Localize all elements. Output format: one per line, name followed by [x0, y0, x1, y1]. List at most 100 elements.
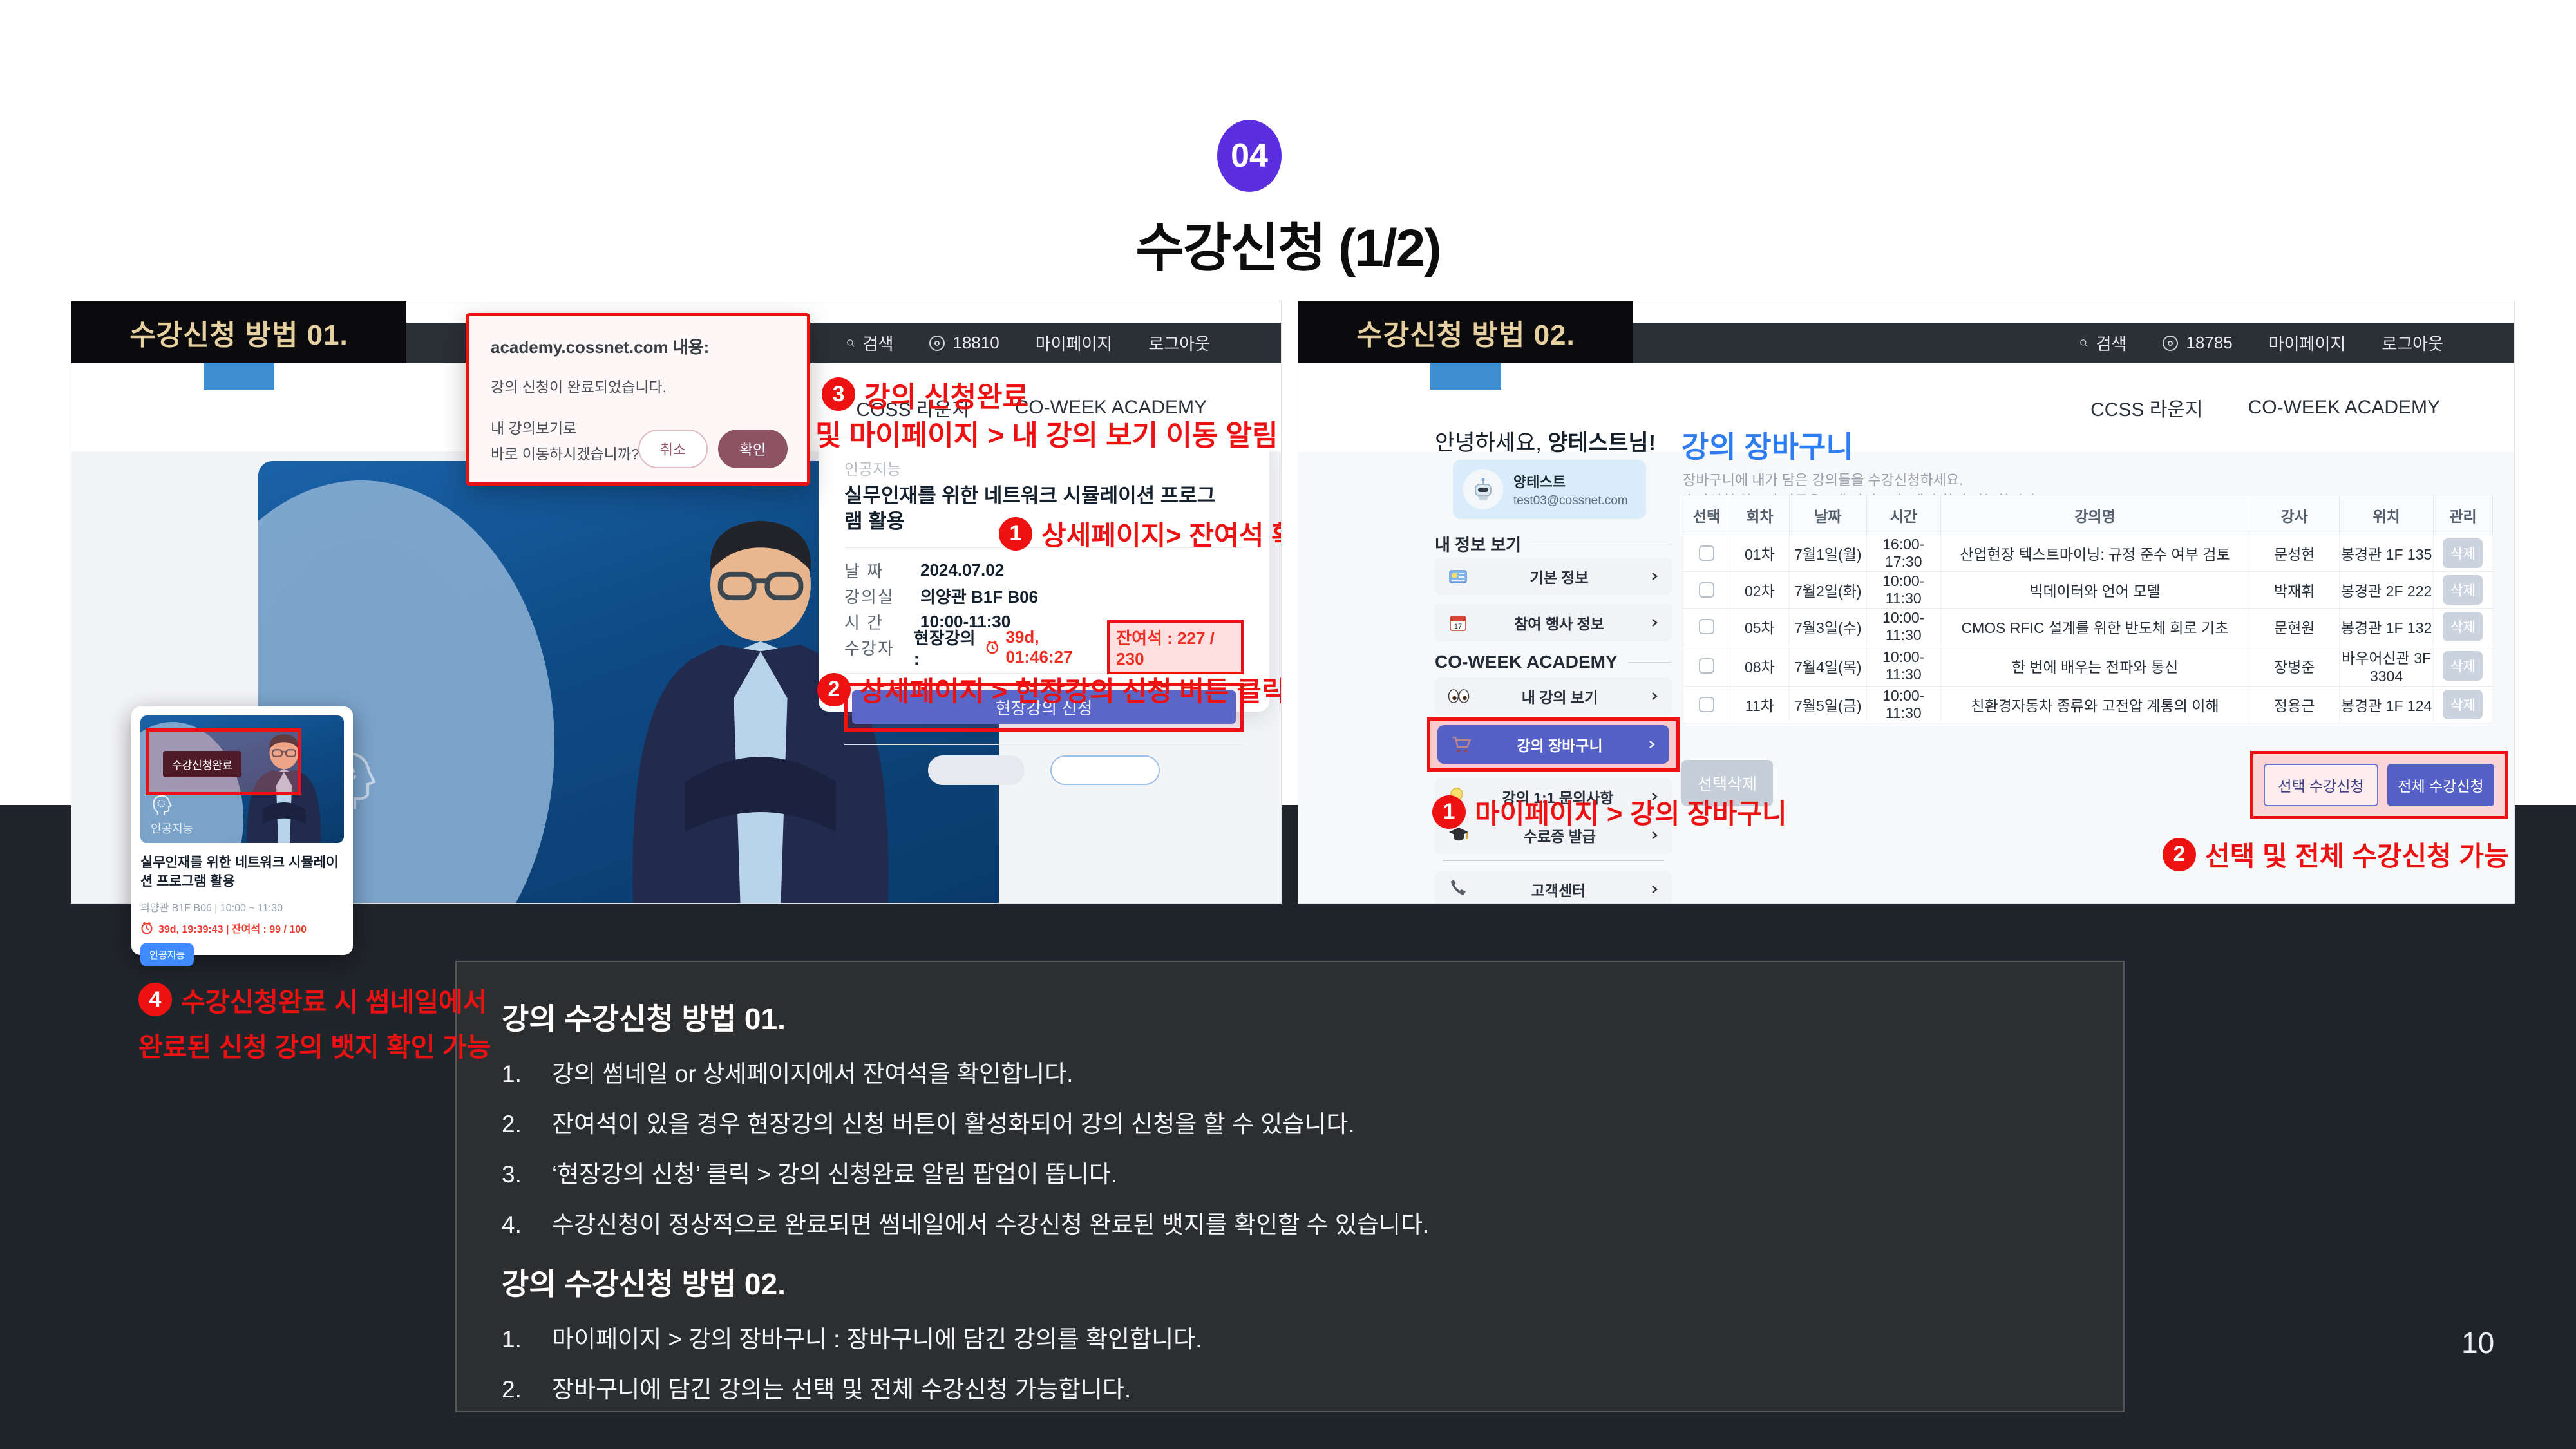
thumbnail-image: 수강신청완료 인공지능 [140, 715, 344, 843]
row-checkbox[interactable] [1699, 545, 1714, 561]
row-checkbox[interactable] [1699, 582, 1714, 598]
cart-column-header: 위치 [2340, 495, 2434, 535]
row-delete-button[interactable]: 삭제 [2443, 575, 2483, 605]
cart-column-header: 날짜 [1789, 495, 1866, 535]
instruction-item: 4.수강신청이 정상적으로 완료되면 썸네일에서 수강신청 완료된 뱃지를 확인… [502, 1211, 2078, 1239]
row-checkbox[interactable] [1699, 658, 1714, 674]
cart-cell: 한 번에 배우는 전파와 통신 [1940, 645, 2249, 687]
nav-counter: 18810 [929, 333, 999, 353]
annotation-popup-note-line1: 3 강의 신청완료 [822, 374, 1028, 415]
target-icon [2163, 336, 2178, 351]
sidebar-item-my-courses[interactable]: 내 강의 보기 [1435, 677, 1672, 715]
apply-selected-button[interactable]: 선택 수강신청 [2264, 764, 2378, 806]
instruction-item: 2.장바구니에 담긴 강의는 선택 및 전체 수강신청 가능합니다. [502, 1376, 2078, 1404]
sidebar-item-support[interactable]: 고객센터 [1435, 871, 1672, 904]
nav-counter-value: 18785 [2186, 333, 2232, 353]
course-category: 인공지능 [844, 457, 1244, 479]
cart-column-header: 강의명 [1940, 495, 2249, 535]
cart-cell: CMOS RFIC 설계를 위한 반도체 회로 기초 [1940, 609, 2249, 645]
nav-search-label: 검색 [863, 331, 894, 355]
alert-popup: academy.cossnet.com 내용: 강의 신청이 완료되었습니다. … [466, 313, 810, 486]
cart-cell: 바우어신관 3F 3304 [2340, 645, 2434, 687]
popup-message: 강의 신청이 완료되었습니다. [491, 375, 785, 397]
sidebar-item-event-info[interactable]: 17 참여 행사 정보 [1435, 604, 1672, 641]
method1-list: 1.강의 썸네일 or 상세페이지에서 잔여석을 확인합니다.2.잔여석이 있을… [502, 1060, 2078, 1239]
nav-search[interactable]: 검색 [2079, 331, 2127, 355]
cart-cell: 봉경관 1F 135 [2340, 535, 2434, 572]
sidebar-item-course-cart[interactable]: 강의 장바구니 [1437, 725, 1669, 764]
profile-card: 양테스트 test03@cossnet.com [1453, 460, 1646, 519]
nav-logout[interactable]: 로그아웃 [2382, 331, 2443, 355]
thumbnail-location-time: 의양관 B1F B06 | 10:00 ~ 11:30 [140, 899, 344, 914]
ai-gear-head-icon [151, 793, 173, 817]
share-button[interactable] [1050, 755, 1160, 785]
row-delete-button[interactable]: 삭제 [2443, 612, 2483, 641]
nav-mypage[interactable]: 마이페이지 [1036, 331, 1113, 355]
popup-cancel-button[interactable]: 취소 [638, 430, 708, 468]
screenshot-method-02: 검색 18785 마이페이지 로그아웃 CCSS 라운지 CO-WEEK ACA… [1298, 301, 2515, 904]
profile-name: 양테스트 [1513, 471, 1628, 491]
nav-coss-lounge[interactable]: CCSS 라운지 [2090, 393, 2203, 422]
row-delete-button[interactable]: 삭제 [2443, 651, 2483, 681]
cart-cell: 01차 [1730, 535, 1789, 572]
slide: 04 수강신청 (1/2) 검색 18810 마이페이지 로그아웃 COSS 라… [0, 0, 2576, 1449]
cart-table-row: 11차7월5일(금)10:00-11:30친환경자동차 종류와 고전압 계통의 … [1683, 687, 2493, 723]
cart-cell: 박재휘 [2249, 572, 2340, 609]
course-thumbnail-card[interactable]: 수강신청완료 인공지능 실무인재를 위한 네트워크 시뮬레이션 프로그램 활용 … [131, 706, 353, 955]
cart-table-row: 01차7월1일(월)16:00-17:30산업현장 텍스트마이닝: 규정 준수 … [1683, 535, 2493, 572]
apply-all-button[interactable]: 전체 수강신청 [2387, 764, 2494, 806]
cart-cell: 봉경관 1F 124 [2340, 687, 2434, 723]
cart-table: 선택회차날짜시간강의명강사위치관리 01차7월1일(월)16:00-17:30산… [1683, 495, 2493, 723]
sidebar-item-basic-info[interactable]: 기본 정보 [1435, 558, 1672, 595]
instruction-item: 1.마이페이지 > 강의 장바구니 : 장바구니에 담긴 강의를 확인합니다. [502, 1325, 2078, 1354]
instruction-item: 3.‘현장강의 신청’ 클릭 > 강의 신청완료 알림 팝업이 뜹니다. [502, 1160, 2078, 1189]
row-checkbox[interactable] [1699, 619, 1714, 634]
nav-search[interactable]: 검색 [846, 331, 894, 355]
list-button[interactable] [928, 755, 1025, 785]
cart-column-header: 관리 [2433, 495, 2492, 535]
alarm-clock-icon [140, 922, 153, 934]
phone-icon [1448, 880, 1467, 899]
cart-cell: 10:00-11:30 [1866, 609, 1940, 645]
cart-cell: 10:00-11:30 [1866, 687, 1940, 723]
cart-column-header: 시간 [1866, 495, 1940, 535]
apply-buttons-highlight-box: 선택 수강신청 전체 수강신청 [2250, 751, 2508, 819]
nav-counter: 18785 [2163, 333, 2232, 353]
cart-cell: 7월2일(화) [1789, 572, 1866, 609]
annotation-apply-all-note: 2 선택 및 전체 수강신청 가능 [2163, 835, 2509, 874]
cart-cell: 봉경관 1F 132 [2340, 609, 2434, 645]
step-number-badge: 04 [1217, 120, 1282, 192]
popup-confirm-button[interactable]: 확인 [718, 430, 788, 468]
cart-table-row: 02차7월2일(화)10:00-11:30빅데이터와 언어 모델박재휘봉경관 2… [1683, 572, 2493, 609]
nav-mypage[interactable]: 마이페이지 [2269, 331, 2346, 355]
badge-highlight-box: 수강신청완료 [146, 728, 301, 795]
calendar-icon: 17 [1448, 612, 1468, 633]
method-01-label: 수강신청 방법 01. [71, 301, 406, 363]
row-delete-button[interactable]: 삭제 [2443, 690, 2483, 719]
cart-table-body: 01차7월1일(월)16:00-17:30산업현장 텍스트마이닝: 규정 준수 … [1683, 535, 2493, 723]
annotation-apply-note: 2 상세페이지 > 현장강의 신청 버튼 클릭 [817, 670, 1282, 709]
nav-logout[interactable]: 로그아웃 [1148, 331, 1210, 355]
instruction-item: 2.잔여석이 있을 경우 현장강의 신청 버튼이 활성화되어 강의 신청을 할 … [502, 1110, 2078, 1139]
cart-cell: 친환경자동차 종류와 고전압 계통의 이해 [1940, 687, 2249, 723]
thumbnail-timer-seats: 39d, 19:39:43 | 잔여석 : 99 / 100 [140, 920, 344, 936]
chevron-right-icon [1647, 740, 1656, 749]
page-number: 10 [2461, 1325, 2494, 1360]
cart-cell: 정용근 [2249, 687, 2340, 723]
cart-column-header: 회차 [1730, 495, 1789, 535]
cart-cell: 7월1일(월) [1789, 535, 1866, 572]
active-tab-indicator [204, 363, 274, 390]
method2-list: 1.마이페이지 > 강의 장바구니 : 장바구니에 담긴 강의를 확인합니다. 2… [502, 1325, 2078, 1404]
annotation-popup-note-line2: 및 마이페이지 > 내 강의 보기 이동 알림 팝업 [815, 412, 1282, 453]
nav-counter-value: 18810 [952, 333, 999, 353]
enrollment-complete-badge: 수강신청완료 [163, 751, 242, 777]
annotation-cart-note: 1 마이페이지 > 강의 장바구니 [1432, 792, 1787, 831]
robot-avatar [1463, 469, 1503, 509]
cart-cell: 10:00-11:30 [1866, 572, 1940, 609]
row-delete-button[interactable]: 삭제 [2443, 538, 2483, 568]
svg-text:17: 17 [1454, 623, 1462, 630]
nav-coweek-academy[interactable]: CO-WEEK ACADEMY [2248, 397, 2440, 419]
row-checkbox[interactable] [1699, 697, 1714, 712]
annotation-badge-note-line1: 4 수강신청완료 시 썸네일에서 [138, 980, 487, 1019]
cart-cell: 7월3일(수) [1789, 609, 1866, 645]
